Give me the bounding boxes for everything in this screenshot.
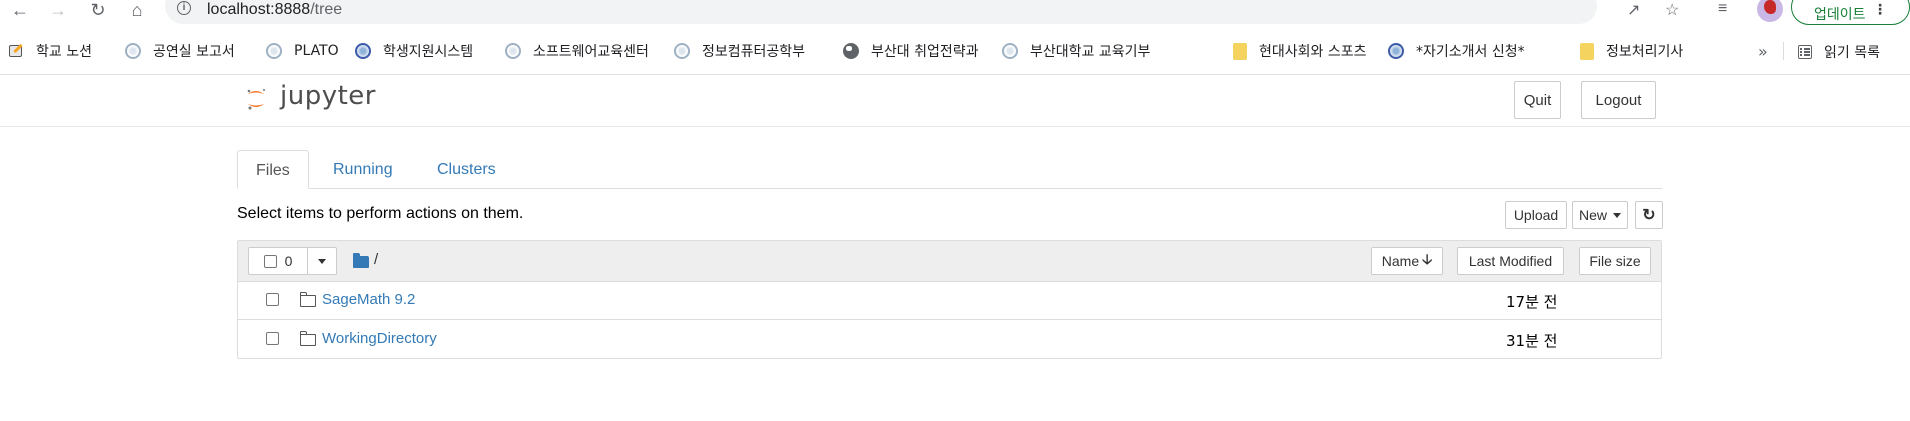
table-row[interactable]: SageMath 9.2 17분 전 xyxy=(238,281,1661,320)
tab-files[interactable]: Files xyxy=(237,150,309,189)
bookmark-label: 학생지원시스템 xyxy=(383,44,474,60)
folder-icon[interactable] xyxy=(353,253,369,268)
bookmark-label: 소프트웨어교육센터 xyxy=(533,44,649,60)
file-list: 0 / Name 🡣 Last Modified File size SageM… xyxy=(237,240,1662,359)
new-button-label: New xyxy=(1578,207,1607,223)
url-path: /tree xyxy=(310,1,343,18)
university-seal-icon xyxy=(125,43,141,59)
refresh-button[interactable]: ↻ xyxy=(1635,201,1663,229)
bookmark-label: 학교 노션 xyxy=(36,44,92,60)
new-button[interactable]: New xyxy=(1572,201,1628,229)
caret-down-icon xyxy=(318,258,326,264)
university-seal-icon xyxy=(355,43,371,59)
university-seal-icon xyxy=(1002,43,1018,59)
select-all-checkbox-button[interactable]: 0 xyxy=(248,247,308,275)
bookmarks-more-icon[interactable]: » xyxy=(1758,42,1768,61)
caret-down-icon xyxy=(1613,212,1621,218)
tab-bar: Files Running Clusters xyxy=(237,150,1662,189)
university-seal-icon xyxy=(674,43,690,59)
bookmark-label: *자기소개서 신청* xyxy=(1416,44,1525,60)
select-all-checkbox[interactable] xyxy=(263,254,277,268)
site-info-icon[interactable]: i xyxy=(177,1,191,15)
row-checkbox[interactable] xyxy=(266,293,279,306)
bookmark-item[interactable]: *자기소개서 신청* xyxy=(1388,42,1525,60)
bookmark-item[interactable]: 부산대학교 교육기부 xyxy=(1002,42,1150,60)
row-checkbox[interactable] xyxy=(266,332,279,345)
reading-list-button[interactable]: 읽기 목록 xyxy=(1798,42,1880,62)
reload-icon[interactable]: ↻ xyxy=(86,0,110,22)
reading-list-label: 읽기 목록 xyxy=(1824,45,1880,61)
back-arrow-icon[interactable]: ← xyxy=(8,0,32,22)
sort-last-modified-button[interactable]: Last Modified xyxy=(1457,247,1564,275)
sort-file-size-button[interactable]: File size xyxy=(1579,247,1651,275)
bookmark-item[interactable]: 소프트웨어교육센터 xyxy=(505,42,649,60)
table-row[interactable]: WorkingDirectory 31분 전 xyxy=(238,320,1661,358)
bookmark-item[interactable]: 정보컴퓨터공학부 xyxy=(674,42,805,60)
reading-list-icon xyxy=(1798,45,1812,59)
profile-avatar[interactable] xyxy=(1757,0,1783,22)
bookmark-item[interactable]: 공연실 보고서 xyxy=(125,42,235,60)
update-button[interactable]: 업데이트 ⋮ xyxy=(1791,0,1910,25)
sort-name-label: Name xyxy=(1381,253,1420,269)
university-seal-icon xyxy=(266,43,282,59)
logout-button[interactable]: Logout xyxy=(1581,81,1656,119)
tab-running[interactable]: Running xyxy=(315,150,411,188)
folder-icon xyxy=(1233,42,1247,60)
bookmark-label: PLATO xyxy=(294,43,339,59)
sort-name-button[interactable]: Name 🡣 xyxy=(1371,247,1443,275)
bookmark-item[interactable]: PLATO xyxy=(266,42,339,60)
jupyter-logo[interactable]: jupyter xyxy=(240,81,376,119)
sort-arrow-down-icon: 🡣 xyxy=(1422,251,1433,267)
forward-arrow-icon[interactable]: → xyxy=(46,0,70,22)
bookmark-star-icon[interactable]: ☆ xyxy=(1665,0,1679,20)
bookmarks-bar: 학교 노션 공연실 보고서 PLATO 학생지원시스템 소프트웨어교육센터 정보컴퓨터공학… xyxy=(0,32,1910,68)
bookmark-label: 현대사회와 스포츠 xyxy=(1259,44,1367,60)
folder-icon xyxy=(299,331,316,346)
browser-toolbar: ← → ↻ ⌂ i localhost:8888/tree ↗ ☆ ≡ 업데이트… xyxy=(0,0,1910,25)
media-playlist-icon[interactable]: ≡ xyxy=(1718,0,1727,18)
quit-button[interactable]: Quit xyxy=(1514,81,1561,119)
bookmark-label: 부산대 취업전략과 xyxy=(871,44,979,60)
bookmark-item[interactable]: 현대사회와 스포츠 xyxy=(1233,42,1367,60)
jupyter-wordmark: jupyter xyxy=(280,81,376,111)
bookmark-label: 부산대학교 교육기부 xyxy=(1030,44,1151,60)
bookmarks-divider xyxy=(1783,42,1784,60)
folder-icon xyxy=(299,292,316,307)
selection-message: Select items to perform actions on them. xyxy=(237,205,524,222)
bookmark-item[interactable]: 학교 노션 xyxy=(8,42,92,60)
tab-clusters[interactable]: Clusters xyxy=(419,150,514,188)
breadcrumb-root[interactable]: / xyxy=(374,251,378,268)
jupyter-logo-icon xyxy=(247,89,265,110)
menu-dots-icon: ⋮ xyxy=(1873,2,1887,18)
last-modified-value: 17분 전 xyxy=(1506,293,1558,311)
university-seal-icon xyxy=(505,43,521,59)
file-list-header: 0 / Name 🡣 Last Modified File size xyxy=(238,241,1661,282)
address-bar[interactable]: i localhost:8888/tree ↗ ☆ xyxy=(165,0,1679,24)
folder-link[interactable]: SageMath 9.2 xyxy=(322,291,415,308)
url-host: localhost:8888 xyxy=(207,1,311,18)
share-icon[interactable]: ↗ xyxy=(1627,0,1640,20)
address-url[interactable]: localhost:8888/tree xyxy=(207,1,342,19)
folder-icon xyxy=(1580,42,1594,60)
bookmark-item[interactable]: 부산대 취업전략과 xyxy=(843,42,979,60)
globe-icon xyxy=(843,43,859,59)
upload-button[interactable]: Upload xyxy=(1505,201,1567,229)
last-modified-value: 31분 전 xyxy=(1506,332,1558,350)
update-label: 업데이트 xyxy=(1814,7,1866,23)
home-icon[interactable]: ⌂ xyxy=(125,0,149,22)
bookmark-label: 공연실 보고서 xyxy=(153,44,235,60)
refresh-icon: ↻ xyxy=(1642,207,1656,224)
bookmark-label: 정보컴퓨터공학부 xyxy=(702,44,806,60)
university-seal-icon xyxy=(1388,43,1404,59)
jupyter-header: jupyter Quit Logout xyxy=(0,75,1910,127)
bookmark-label: 정보처리기사 xyxy=(1606,44,1684,60)
notion-pen-icon xyxy=(8,43,24,59)
folder-link[interactable]: WorkingDirectory xyxy=(322,330,437,347)
bookmark-item[interactable]: 학생지원시스템 xyxy=(355,42,473,60)
bookmark-item[interactable]: 정보처리기사 xyxy=(1580,42,1683,60)
select-menu-dropdown[interactable] xyxy=(307,247,337,275)
selected-count: 0 xyxy=(284,253,293,269)
